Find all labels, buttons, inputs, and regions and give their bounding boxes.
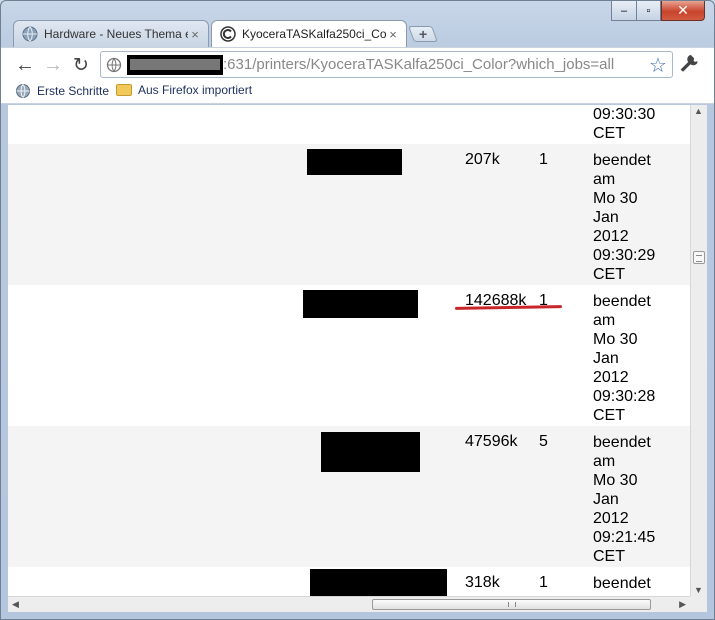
url-text[interactable]: :631/printers/KyoceraTASKalfa250ci_Color… <box>223 56 614 73</box>
vertical-scroll-thumb[interactable] <box>693 251 705 264</box>
redacted-job-name <box>310 569 447 596</box>
scroll-left-arrow-icon[interactable]: ◀ <box>12 599 19 610</box>
tab-close-icon[interactable]: × <box>386 27 400 42</box>
bookmark-star-icon[interactable]: ☆ <box>649 53 667 78</box>
close-window-button[interactable]: ✕ <box>661 1 705 21</box>
job-size: 318k <box>465 574 500 591</box>
job-status: beendet am Mo 30 Jan 2012 09:21:45 CET <box>593 434 656 565</box>
bookmark-erste-schritte[interactable]: Erste Schritte <box>15 83 109 99</box>
job-row: 318k 1 beendet <box>8 567 690 596</box>
job-status: beendet am Mo 30 Jan 2012 09:30:29 CET <box>593 152 656 283</box>
new-tab-button[interactable]: + <box>408 26 438 42</box>
wrench-icon[interactable] <box>678 53 698 73</box>
navigation-toolbar: ← → ↻ :631/printers/KyoceraTASKalfa250ci… <box>1 47 714 80</box>
job-size: 207k <box>465 151 500 168</box>
tab-title: Hardware - Neues Thema e <box>44 27 188 41</box>
scroll-down-arrow-icon[interactable]: ▼ <box>694 585 703 595</box>
job-row: 09:30:30 CET <box>8 105 690 144</box>
tab-strip: Hardware - Neues Thema e × KyoceraTASKal… <box>1 1 714 47</box>
horizontal-scrollbar[interactable]: ◀ ▶ <box>8 596 690 612</box>
job-status: 09:30:30 CET <box>593 106 656 142</box>
job-size: 47596k <box>465 433 518 450</box>
scrollbar-corner <box>690 596 707 612</box>
cups-icon <box>220 26 236 42</box>
forward-arrow-icon[interactable]: → <box>41 53 65 77</box>
maximize-button[interactable]: ▫ <box>637 1 661 21</box>
tab-kyocera-printer[interactable]: KyoceraTASKalfa250ci_Colo × <box>211 20 407 47</box>
tab-title: KyoceraTASKalfa250ci_Colo <box>242 27 386 41</box>
globe-icon <box>16 84 30 98</box>
job-pages: 5 <box>539 433 548 450</box>
horizontal-scroll-thumb[interactable] <box>372 599 651 610</box>
tab-hardware-forum[interactable]: Hardware - Neues Thema e × <box>13 20 209 47</box>
bookmark-label: Erste Schritte <box>37 84 110 98</box>
back-arrow-icon[interactable]: ← <box>13 53 37 77</box>
plus-icon: + <box>418 26 428 42</box>
minimize-button[interactable]: – <box>611 1 637 21</box>
redacted-host <box>127 55 223 75</box>
job-status: beendet <box>593 575 651 592</box>
bookmarks-bar: Erste Schritte Aus Firefox importiert <box>1 80 714 104</box>
globe-icon <box>22 26 38 42</box>
job-row: 207k 1 beendet am Mo 30 Jan 2012 09:30:2… <box>8 144 690 285</box>
scroll-right-arrow-icon[interactable]: ▶ <box>679 599 686 610</box>
reload-icon[interactable]: ↻ <box>69 53 93 77</box>
redacted-job-name <box>307 149 402 175</box>
job-status: beendet am Mo 30 Jan 2012 09:30:28 CET <box>593 293 656 424</box>
job-pages: 1 <box>539 151 548 168</box>
job-pages: 1 <box>539 574 548 591</box>
redacted-job-name <box>321 432 420 472</box>
tab-close-icon[interactable]: × <box>188 27 202 42</box>
redacted-job-name <box>303 290 418 318</box>
scroll-up-arrow-icon[interactable]: ▲ <box>694 106 703 116</box>
page-content: 09:30:30 CET 207k 1 beendet am Mo 30 Jan… <box>8 105 690 596</box>
bookmark-label: Aus Firefox importiert <box>138 83 253 97</box>
job-row: 142688k 1 beendet am Mo 30 Jan 2012 09:3… <box>8 285 690 426</box>
browser-window: Hardware - Neues Thema e × KyoceraTASKal… <box>0 0 715 620</box>
vertical-scrollbar[interactable]: ▲ ▼ <box>690 105 707 596</box>
bookmark-folder-firefox[interactable]: Aus Firefox importiert <box>116 83 252 97</box>
job-row: 47596k 5 beendet am Mo 30 Jan 2012 09:21… <box>8 426 690 567</box>
page-info-icon[interactable] <box>106 57 122 73</box>
folder-icon <box>116 84 132 96</box>
address-bar[interactable]: :631/printers/KyoceraTASKalfa250ci_Color… <box>100 51 673 78</box>
